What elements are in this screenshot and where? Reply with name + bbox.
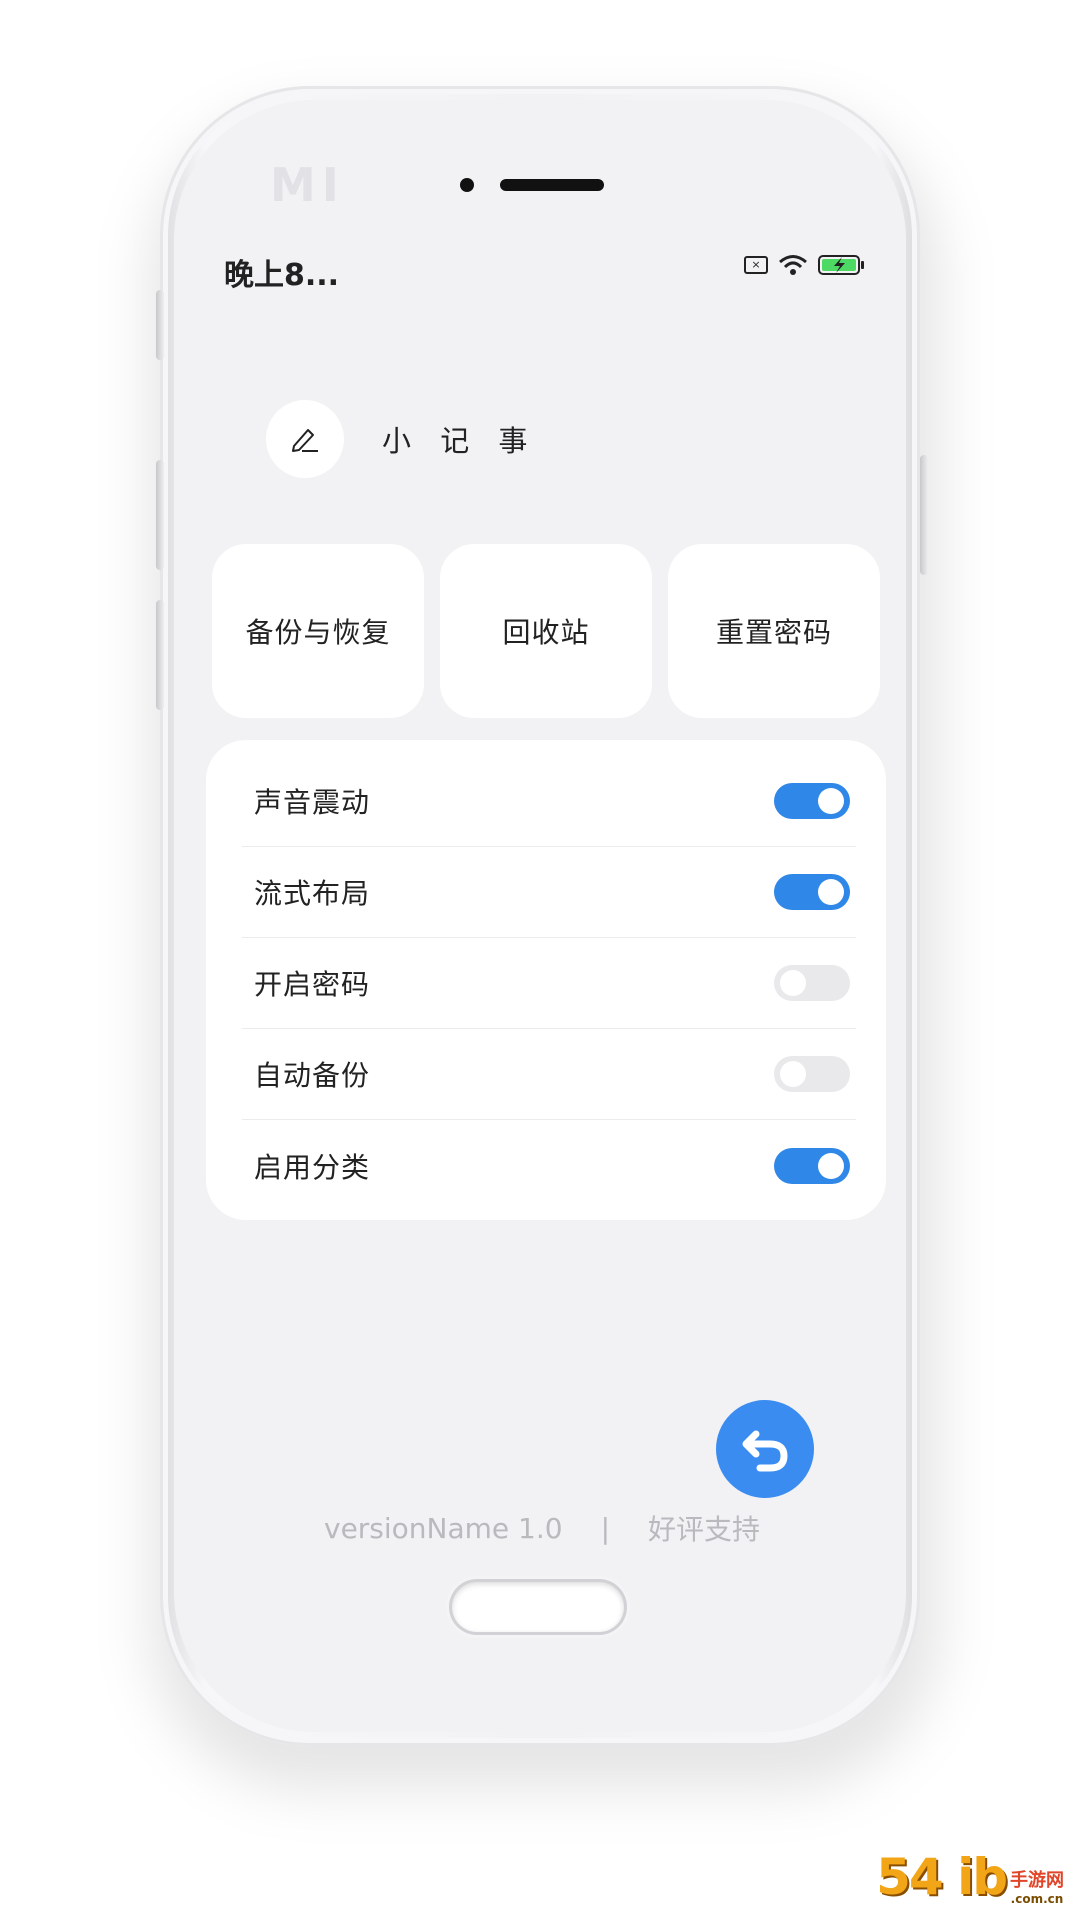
setting-label: 声音震动 (254, 786, 371, 819)
watermark-main: 54 ib (876, 1848, 1008, 1906)
earpiece-speaker (500, 179, 604, 191)
app-title: 小 记 事 (382, 424, 538, 458)
setting-row-auto-backup: 自动备份 (242, 1029, 856, 1120)
watermark-domain: .com.cn (1010, 1892, 1064, 1906)
battery-charging-icon (818, 254, 866, 276)
version-label: versionName 1.0 (324, 1511, 563, 1545)
volume-up-button (156, 460, 164, 570)
flow-layout-toggle[interactable] (774, 874, 850, 910)
volume-down-button (156, 600, 164, 710)
setting-label: 自动备份 (254, 1059, 371, 1092)
auto-backup-toggle[interactable] (774, 1056, 850, 1092)
sound-vibration-toggle[interactable] (774, 783, 850, 819)
toggle-knob (780, 970, 806, 996)
setting-row-sound-vibration: 声音震动 (242, 756, 856, 847)
settings-panel: 声音震动 流式布局 开启密码 自动备份 启用分类 (206, 740, 886, 1220)
recycle-bin-card[interactable]: 回收站 (440, 544, 652, 718)
footer: versionName 1.0 | 好评支持 (324, 1508, 760, 1548)
status-icons: × (744, 254, 866, 276)
toggle-knob (818, 879, 844, 905)
reset-password-card[interactable]: 重置密码 (668, 544, 880, 718)
setting-row-enable-categories: 启用分类 (242, 1120, 856, 1211)
mute-switch (156, 290, 164, 360)
wifi-icon (778, 254, 808, 276)
rate-support-link[interactable]: 好评支持 (648, 1508, 760, 1548)
home-button[interactable] (452, 1582, 624, 1632)
phone-screen: MI 晚上8... × 小 记 事 备份与恢复 回收站 重置密码 声音震动 流式… (174, 100, 906, 1732)
status-time: 晚上8... (224, 258, 340, 293)
setting-label: 启用分类 (254, 1150, 371, 1184)
watermark-cn: 手游网 (1010, 1870, 1064, 1891)
backup-restore-card[interactable]: 备份与恢复 (212, 544, 424, 718)
enable-categories-toggle[interactable] (774, 1147, 850, 1184)
undo-arrow-icon (742, 1430, 788, 1472)
site-watermark-logo: 54 ib 手游网 .com.cn (876, 1848, 1064, 1906)
watermark-side: 手游网 .com.cn (1010, 1866, 1064, 1906)
no-sim-icon: × (744, 256, 768, 274)
back-button[interactable] (716, 1400, 814, 1498)
setting-row-enable-password: 开启密码 (242, 938, 856, 1029)
power-button (920, 455, 928, 575)
toggle-knob (818, 788, 844, 814)
toggle-knob (780, 1061, 806, 1087)
feature-cards: 备份与恢复 回收站 重置密码 (212, 544, 880, 718)
toggle-knob (818, 1152, 844, 1179)
brand-logo: MI (270, 158, 345, 212)
stage: MI 晚上8... × 小 记 事 备份与恢复 回收站 重置密码 声音震动 流式… (0, 0, 1080, 1920)
setting-row-flow-layout: 流式布局 (242, 847, 856, 938)
setting-label: 流式布局 (254, 877, 371, 910)
front-camera (460, 178, 474, 192)
setting-label: 开启密码 (254, 968, 371, 1001)
footer-separator: | (600, 1511, 611, 1545)
enable-password-toggle[interactable] (774, 965, 850, 1001)
app-header: 小 记 事 (266, 400, 537, 478)
pencil-icon[interactable] (266, 400, 344, 478)
